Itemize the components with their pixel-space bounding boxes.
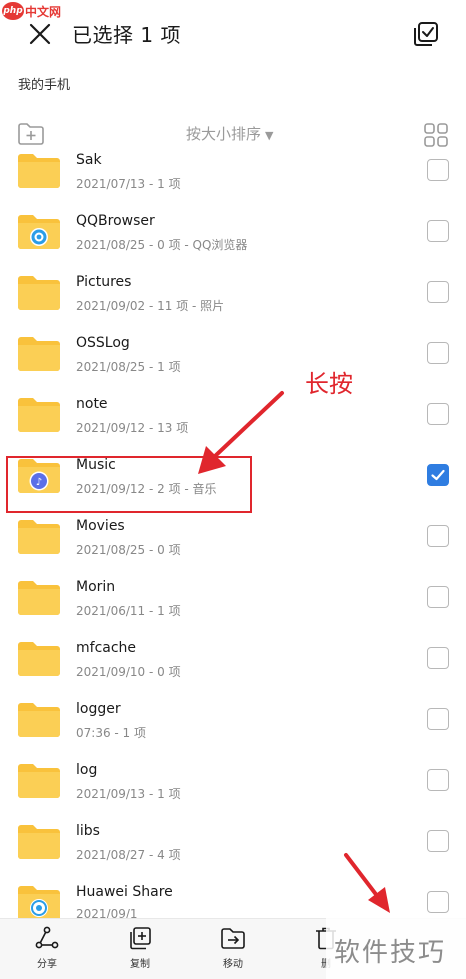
select-checkbox[interactable] [427, 525, 449, 547]
share-button[interactable]: 分享 [17, 925, 77, 977]
grid-view-icon [424, 123, 448, 147]
file-row[interactable]: Pictures 2021/09/02 - 11 项 - 照片 [0, 265, 466, 326]
move-icon [221, 928, 245, 949]
file-name: Movies [76, 518, 125, 534]
file-meta: 2021/08/25 - 0 项 [76, 543, 181, 557]
page-title: 已选择 1 项 [72, 23, 181, 47]
file-row[interactable]: libs 2021/08/27 - 4 项 [0, 814, 466, 875]
php-watermark-text: 中文网 [25, 5, 62, 19]
long-press-annotation: 长按 [305, 370, 353, 398]
file-name: libs [76, 823, 100, 839]
check-icon [431, 469, 445, 481]
copy-icon [130, 927, 151, 950]
file-name: logger [76, 701, 121, 717]
select-checkbox[interactable] [427, 464, 449, 486]
file-meta: 2021/09/13 - 1 项 [76, 787, 181, 801]
new-folder-icon [18, 123, 44, 145]
move-label: 移动 [223, 959, 243, 970]
select-all-icon [414, 22, 438, 46]
file-name: QQBrowser [76, 213, 155, 229]
file-row[interactable]: mfcache 2021/09/10 - 0 项 [0, 631, 466, 692]
select-checkbox[interactable] [427, 708, 449, 730]
chevron-down-icon: ▼ [265, 129, 274, 142]
file-name: Huawei Share [76, 884, 173, 900]
folder-icon [18, 703, 60, 737]
file-name: mfcache [76, 640, 137, 656]
file-name: Sak [76, 152, 102, 168]
file-row[interactable]: Morin 2021/06/11 - 1 项 [0, 570, 466, 631]
folder-icon [18, 581, 60, 615]
file-name: log [76, 762, 98, 778]
php-watermark: php 中文网 [0, 0, 70, 22]
move-button[interactable]: 移动 [203, 925, 263, 977]
file-meta: 2021/09/1 [76, 907, 138, 918]
file-row[interactable]: OSSLog 2021/08/25 - 1 项 [0, 326, 466, 387]
share-icon [35, 926, 59, 949]
select-checkbox[interactable] [427, 281, 449, 303]
select-checkbox[interactable] [427, 403, 449, 425]
file-row[interactable]: QQBrowser 2021/08/25 - 0 项 - QQ浏览器 [0, 204, 466, 265]
folder-icon [18, 154, 60, 188]
list-toolbar: 按大小排序 ▼ [0, 112, 466, 156]
file-row[interactable]: logger 07:36 - 1 项 [0, 692, 466, 753]
file-meta: 2021/09/10 - 0 项 [76, 665, 181, 679]
file-row[interactable]: log 2021/09/13 - 1 项 [0, 753, 466, 814]
folder-icon [18, 886, 60, 918]
new-folder-button[interactable] [17, 121, 45, 147]
file-row[interactable]: Huawei Share 2021/09/1 [0, 875, 466, 918]
file-name: OSSLog [76, 335, 130, 351]
file-meta: 2021/07/13 - 1 项 [76, 177, 181, 191]
select-checkbox[interactable] [427, 220, 449, 242]
folder-icon [18, 215, 60, 249]
sort-dropdown[interactable]: 按大小排序 ▼ [186, 123, 273, 144]
select-checkbox[interactable] [427, 891, 449, 913]
file-name: Pictures [76, 274, 132, 290]
file-meta: 2021/08/25 - 1 项 [76, 360, 181, 374]
breadcrumb[interactable]: 我的手机 [18, 74, 70, 93]
share-label: 分享 [37, 959, 57, 970]
file-row[interactable]: Movies 2021/08/25 - 0 项 [0, 509, 466, 570]
brand-watermark: 软件技巧 [326, 916, 466, 979]
file-list: Sak 2021/07/13 - 1 项 QQBrowser 2021/08/25 -… [0, 152, 466, 918]
select-checkbox[interactable] [427, 586, 449, 608]
copy-button[interactable]: 复制 [110, 925, 170, 977]
folder-icon [18, 825, 60, 859]
grid-view-button[interactable] [423, 122, 449, 148]
select-all-button[interactable] [410, 18, 442, 50]
select-checkbox[interactable] [427, 159, 449, 181]
php-logo: php [2, 2, 24, 20]
file-meta: 2021/09/02 - 11 项 - 照片 [76, 299, 225, 313]
highlight-box [6, 456, 252, 513]
file-meta: 07:36 - 1 项 [76, 726, 146, 740]
close-icon [29, 23, 51, 45]
folder-icon [18, 398, 60, 432]
brand-watermark-text: 软件技巧 [334, 938, 447, 968]
folder-icon [18, 276, 60, 310]
file-meta: 2021/08/25 - 0 项 - QQ浏览器 [76, 238, 248, 252]
select-checkbox[interactable] [427, 830, 449, 852]
folder-icon [18, 520, 60, 554]
select-checkbox[interactable] [427, 342, 449, 364]
select-checkbox[interactable] [427, 647, 449, 669]
folder-icon [18, 764, 60, 798]
select-checkbox[interactable] [427, 769, 449, 791]
file-name: Morin [76, 579, 116, 595]
folder-icon [18, 642, 60, 676]
copy-label: 复制 [130, 959, 150, 970]
file-meta: 2021/09/12 - 13 项 [76, 421, 189, 435]
file-meta: 2021/08/27 - 4 项 [76, 848, 181, 862]
sort-label: 按大小排序 [186, 125, 262, 143]
file-row[interactable]: note 2021/09/12 - 13 项 [0, 387, 466, 448]
close-button[interactable] [24, 18, 56, 50]
file-row[interactable]: Sak 2021/07/13 - 1 项 [0, 152, 466, 204]
folder-icon [18, 337, 60, 371]
file-name: note [76, 396, 108, 412]
file-meta: 2021/06/11 - 1 项 [76, 604, 181, 618]
